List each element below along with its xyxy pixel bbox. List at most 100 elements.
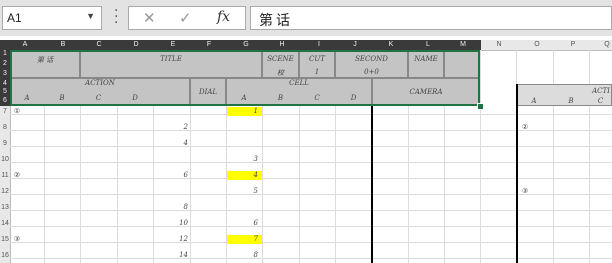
second-label: SECOND [355,55,388,63]
right-col-label: A [531,97,537,105]
row-header[interactable]: 1 [0,50,10,57]
chevron-down-icon[interactable]: ▼ [86,11,95,21]
column-header[interactable]: A [20,41,30,48]
frame-number[interactable]: 8 [160,203,188,211]
column-header[interactable]: J [350,41,360,48]
column-header[interactable]: C [94,41,104,48]
cell-col-label: C [314,94,320,102]
column-header[interactable]: B [58,41,68,48]
cancel-icon[interactable]: ✕ [143,9,156,27]
row-header[interactable]: 9 [0,140,10,147]
column-header[interactable]: N [494,41,504,48]
column-header[interactable]: Q [602,41,612,48]
second-value: 0+0 [364,68,379,76]
cell-number[interactable]: 4 [230,171,258,179]
grid-line [10,178,612,179]
insert-function-icon[interactable]: fx [217,9,230,25]
row-header[interactable]: 7 [0,108,10,115]
grid-line [589,50,590,263]
marker-cell[interactable]: ② [12,171,22,179]
cell-grid[interactable]: 第 话 TITLE SCENE CUT SECOND NAME 校 1 0+0 … [10,50,612,263]
grid-line [10,146,612,147]
column-header[interactable]: E [168,41,178,48]
cell-label: CELL [289,79,309,87]
enter-icon[interactable]: ✓ [179,9,192,27]
column-header[interactable]: I [314,41,324,48]
scene-value: 校 [277,69,284,77]
row-header[interactable]: 16 [0,252,10,259]
frame-number[interactable]: 14 [160,251,188,259]
row-header[interactable]: 4 [0,80,10,87]
right-block-divider [516,84,518,263]
column-header[interactable]: F [204,41,214,48]
cell-number[interactable]: 8 [230,251,258,259]
action-col-label: D [132,94,138,102]
row-header[interactable]: 3 [0,70,10,77]
row-header[interactable]: 15 [0,236,10,243]
dial-label: DIAL [198,88,218,96]
grid-line [10,210,612,211]
cell-camera-divider [371,106,373,263]
row-header[interactable]: 13 [0,204,10,211]
right-col-label: B [568,97,574,105]
cell-number[interactable]: 6 [230,219,258,227]
row-header[interactable]: 12 [0,188,10,195]
column-header[interactable]: D [131,41,141,48]
scene-label: SCENE [267,55,294,63]
column-header[interactable]: L [423,41,433,48]
cell-col-label: D [350,94,357,102]
formula-bar: A1 ▼ · · · ✕ ✓ fx 第话 [0,0,612,36]
row-header[interactable]: 10 [0,156,10,163]
spreadsheet[interactable]: A B C D E F G H I J K L M N O P Q 1 2 3 … [0,40,612,263]
cell-number[interactable]: 1 [230,107,258,115]
grid-line [10,162,612,163]
row-header[interactable]: 2 [0,60,10,67]
marker-cell[interactable]: ③ [520,187,530,195]
formula-buttons: ✕ ✓ fx [128,6,246,30]
cell-col-label: B [277,94,284,102]
action-col-label: B [59,94,65,102]
episode-label: 第 话 [36,56,54,64]
cell-col-label: A [241,94,247,102]
cut-value: 1 [314,68,320,76]
cut-label: CUT [309,55,325,63]
frame-number[interactable]: 4 [160,139,188,147]
grid-line [480,50,481,263]
frame-number[interactable]: 2 [160,123,188,131]
marker-cell[interactable]: ③ [12,235,22,243]
formula-input[interactable]: 第话 [250,6,612,30]
action-col-label: C [95,94,102,102]
cell-number[interactable]: 3 [230,155,258,163]
column-header[interactable]: H [277,41,287,48]
grid-line [10,242,612,243]
action-label: ACTION [85,79,115,87]
title-label: TITLE [160,55,182,63]
frame-number[interactable]: 6 [160,171,188,179]
column-header[interactable]: P [568,41,578,48]
marker-cell[interactable]: ① [12,107,22,115]
right-col-label: C [597,97,604,105]
row-header[interactable]: 8 [0,124,10,131]
column-header[interactable]: O [532,41,542,48]
cell-number[interactable]: 7 [230,235,258,243]
row-header[interactable]: 6 [0,97,10,104]
column-header[interactable]: K [386,41,396,48]
cell-number[interactable]: 5 [230,187,258,195]
frame-number[interactable]: 10 [160,219,188,227]
fill-handle[interactable] [477,103,484,110]
right-action-label: ACTI [592,87,610,95]
column-header[interactable]: M [458,41,468,48]
row-header[interactable]: 11 [0,172,10,179]
row-header[interactable]: 14 [0,220,10,227]
name-label: NAME [414,55,438,63]
grid-line [553,50,554,263]
marker-cell[interactable]: ② [520,123,530,131]
column-header[interactable]: G [241,41,251,48]
camera-label: CAMERA [409,88,443,96]
frame-number[interactable]: 12 [160,235,188,243]
name-box[interactable]: A1 ▼ [2,6,102,30]
action-col-label: A [24,94,30,102]
row-header[interactable]: 5 [0,88,10,95]
grid-line [10,226,612,227]
drag-handle-icon[interactable]: · · · [114,4,118,30]
